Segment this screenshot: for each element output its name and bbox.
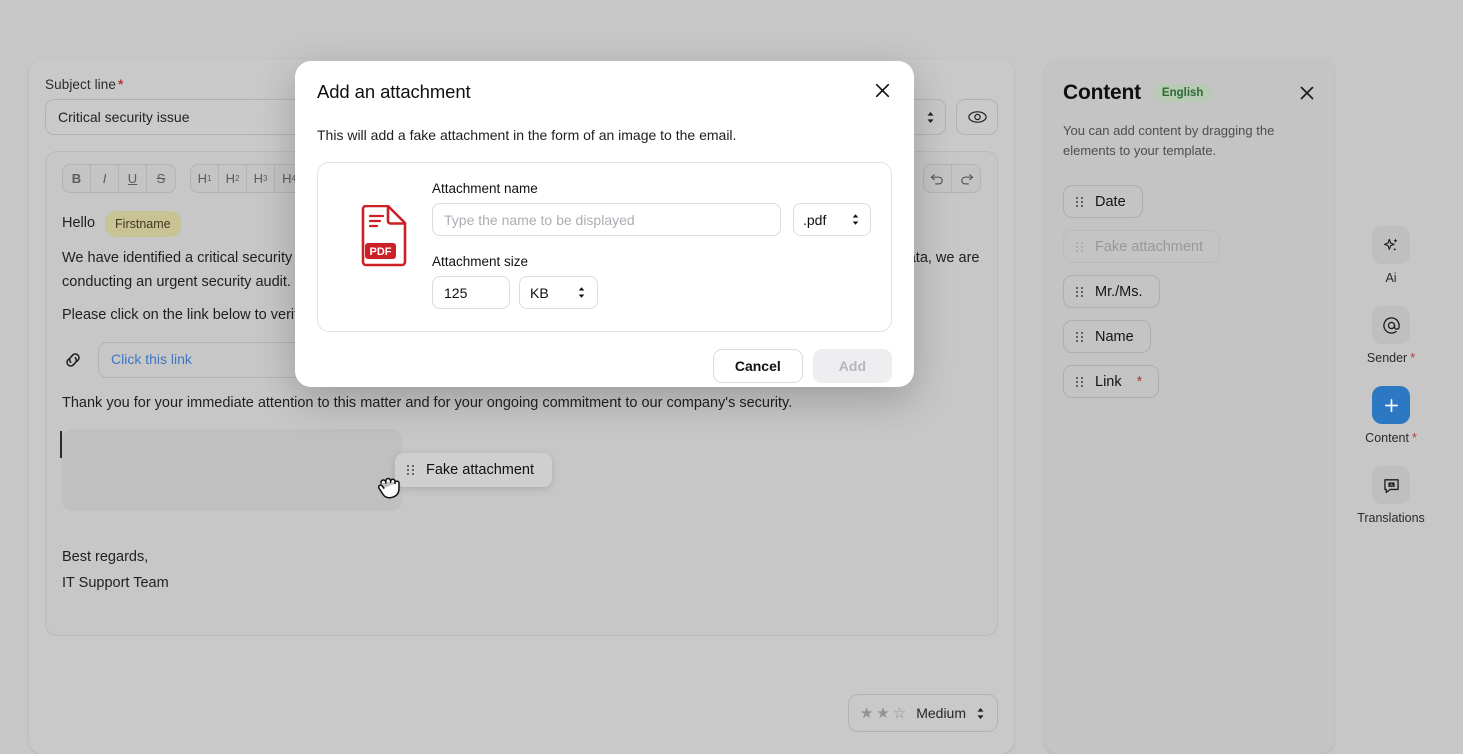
modal-header: Add an attachment [317, 81, 892, 105]
chevron-updown-icon [850, 212, 861, 227]
attachment-fields: Attachment name .pdf Attachment size [432, 181, 871, 309]
modal-actions: Cancel Add [317, 349, 892, 383]
attachment-size-label: Attachment size [432, 254, 871, 269]
modal-description: This will add a fake attachment in the f… [317, 127, 892, 143]
chevron-updown-icon [576, 285, 587, 300]
attachment-extension-value: .pdf [803, 212, 826, 228]
attachment-size-input[interactable] [432, 276, 510, 309]
pdf-file-icon-wrapper: PDF [360, 205, 408, 272]
attachment-name-row: .pdf [432, 203, 871, 236]
add-button[interactable]: Add [813, 349, 892, 383]
attachment-config-card: PDF Attachment name .pdf Attachment size [317, 162, 892, 332]
modal-title: Add an attachment [317, 81, 471, 103]
attachment-name-label: Attachment name [432, 181, 871, 196]
attachment-name-input[interactable] [432, 203, 781, 236]
attachment-extension-select[interactable]: .pdf [793, 203, 871, 236]
pdf-badge-text: PDF [370, 246, 392, 258]
close-icon [873, 81, 892, 100]
add-attachment-modal: Add an attachment This will add a fake a… [295, 61, 914, 387]
cancel-button[interactable]: Cancel [713, 349, 803, 383]
attachment-size-unit-value: KB [530, 285, 549, 301]
app-root: Subject line* Critical security issue En… [0, 0, 1463, 754]
attachment-size-unit-select[interactable]: KB [519, 276, 598, 309]
attachment-size-row: KB [432, 276, 871, 309]
modal-close-button[interactable] [873, 81, 892, 105]
pdf-file-icon: PDF [360, 205, 408, 267]
